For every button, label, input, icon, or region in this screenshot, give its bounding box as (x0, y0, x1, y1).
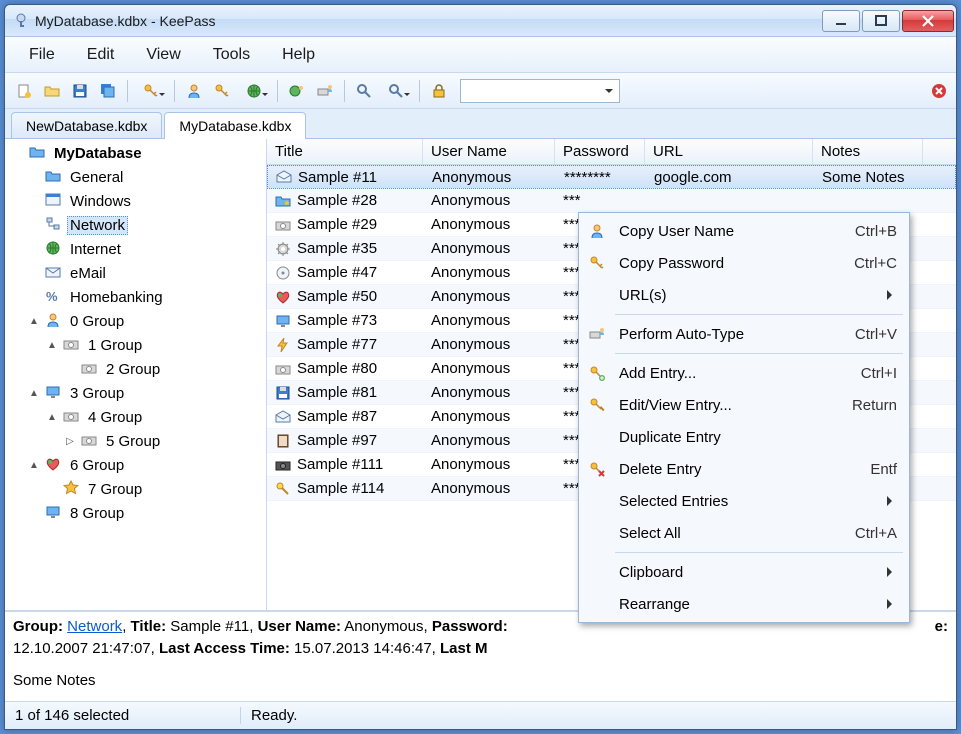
details-lat-value: 15.07.2013 14:46:47, (294, 640, 436, 657)
maximize-button[interactable] (862, 10, 900, 32)
tree-item-0-group[interactable]: ▲0 Group (5, 309, 266, 333)
entry-row[interactable]: Sample #28Anonymous*** (267, 189, 956, 213)
menubar: FileEditViewToolsHelp (5, 37, 956, 73)
tree-item-1-group[interactable]: ▲1 Group (5, 333, 266, 357)
details-group-link[interactable]: Network (67, 618, 122, 635)
ctx-add-entry-[interactable]: Add Entry...Ctrl+I (581, 357, 907, 389)
tab-mydatabase-kdbx[interactable]: MyDatabase.kdbx (164, 112, 306, 139)
titlebar: MyDatabase.kdbx - KeePass (5, 5, 956, 37)
tree-item-email[interactable]: eMail (5, 261, 266, 285)
tabstrip: NewDatabase.kdbxMyDatabase.kdbx (5, 109, 956, 139)
tree-item-general[interactable]: General (5, 165, 266, 189)
ctx-edit-view-entry-[interactable]: Edit/View Entry...Return (581, 389, 907, 421)
tree-item-7-group[interactable]: 7 Group (5, 477, 266, 501)
details-user-value: Anonymous (344, 618, 423, 635)
menu-tools[interactable]: Tools (199, 40, 264, 70)
status-selection: 1 of 146 selected (5, 707, 241, 724)
toolbar-add-key[interactable] (134, 78, 168, 104)
toolbar-key[interactable] (209, 78, 235, 104)
toolbar-open-file[interactable] (39, 78, 65, 104)
entry-details-pane: Group: Network, Title: Sample #11, User … (5, 611, 956, 701)
svg-text:%: % (46, 289, 58, 304)
details-user-label: User Name: (258, 618, 341, 635)
tree-item-internet[interactable]: Internet (5, 237, 266, 261)
toolbar-new-file[interactable] (11, 78, 37, 104)
column-url[interactable]: URL (645, 139, 813, 164)
tree-item-network[interactable]: Network (5, 213, 266, 237)
toolbar-find-dd[interactable] (379, 78, 413, 104)
details-pass-label: Password: (432, 618, 508, 635)
entry-list-header: TitleUser NamePasswordURLNotes (267, 139, 956, 165)
ctx-select-all[interactable]: Select AllCtrl+A (581, 517, 907, 549)
details-lat-label: Last Access Time: (159, 640, 290, 657)
tree-item-8-group[interactable]: 8 Group (5, 501, 266, 525)
details-line2-prefix: 12.10.2007 21:47:07, (13, 640, 155, 657)
toolbar-save-all[interactable] (95, 78, 121, 104)
menu-file[interactable]: File (15, 40, 69, 70)
ctx-selected-entries[interactable]: Selected Entries (581, 485, 907, 517)
window-title: MyDatabase.kdbx - KeePass (35, 13, 822, 29)
toolbar-autotype[interactable] (312, 78, 338, 104)
tree-item-5-group[interactable]: ▷5 Group (5, 429, 266, 453)
tree-item-3-group[interactable]: ▲3 Group (5, 381, 266, 405)
toolbar-search-combo[interactable] (460, 79, 620, 103)
tree-item-6-group[interactable]: ▲6 Group (5, 453, 266, 477)
tree-item-2-group[interactable]: 2 Group (5, 357, 266, 381)
close-button[interactable] (902, 10, 954, 32)
details-time-tail: e: (935, 618, 948, 635)
toolbar-world-user[interactable] (284, 78, 310, 104)
details-lm-label: Last M (440, 640, 488, 657)
ctx-copy-user-name[interactable]: Copy User NameCtrl+B (581, 215, 907, 247)
menu-help[interactable]: Help (268, 40, 329, 70)
toolbar-find[interactable] (351, 78, 377, 104)
entry-context-menu[interactable]: Copy User NameCtrl+BCopy PasswordCtrl+CU… (578, 212, 910, 623)
tab-newdatabase-kdbx[interactable]: NewDatabase.kdbx (11, 112, 162, 138)
toolbar (5, 73, 956, 109)
ctx-duplicate-entry[interactable]: Duplicate Entry (581, 421, 907, 453)
details-title-label: Title: (131, 618, 167, 635)
details-notes: Some Notes (13, 670, 948, 692)
details-title-value: Sample #11 (170, 618, 249, 635)
ctx-copy-password[interactable]: Copy PasswordCtrl+C (581, 247, 907, 279)
details-group-label: Group: (13, 618, 63, 635)
column-password[interactable]: Password (555, 139, 645, 164)
ctx-url-s-[interactable]: URL(s) (581, 279, 907, 311)
toolbar-close-db[interactable] (928, 80, 950, 102)
tree-item-windows[interactable]: Windows (5, 189, 266, 213)
toolbar-lock[interactable] (426, 78, 452, 104)
group-tree[interactable]: MyDatabaseGeneralWindowsNetworkInternete… (5, 139, 267, 610)
column-title[interactable]: Title (267, 139, 423, 164)
tree-item-4-group[interactable]: ▲4 Group (5, 405, 266, 429)
status-message: Ready. (241, 707, 307, 724)
menu-view[interactable]: View (132, 40, 194, 70)
column-notes[interactable]: Notes (813, 139, 923, 164)
app-icon (13, 13, 29, 29)
ctx-rearrange[interactable]: Rearrange (581, 588, 907, 620)
toolbar-save[interactable] (67, 78, 93, 104)
ctx-clipboard[interactable]: Clipboard (581, 556, 907, 588)
toolbar-world[interactable] (237, 78, 271, 104)
tree-item-homebanking[interactable]: %Homebanking (5, 285, 266, 309)
minimize-button[interactable] (822, 10, 860, 32)
ctx-delete-entry[interactable]: Delete EntryEntf (581, 453, 907, 485)
column-user-name[interactable]: User Name (423, 139, 555, 164)
entry-row[interactable]: Sample #11Anonymous********google.comSom… (267, 165, 956, 189)
ctx-perform-auto-type[interactable]: Perform Auto-TypeCtrl+V (581, 318, 907, 350)
statusbar: 1 of 146 selected Ready. (5, 701, 956, 729)
toolbar-add-user[interactable] (181, 78, 207, 104)
menu-edit[interactable]: Edit (73, 40, 129, 70)
tree-root[interactable]: MyDatabase (5, 141, 266, 165)
